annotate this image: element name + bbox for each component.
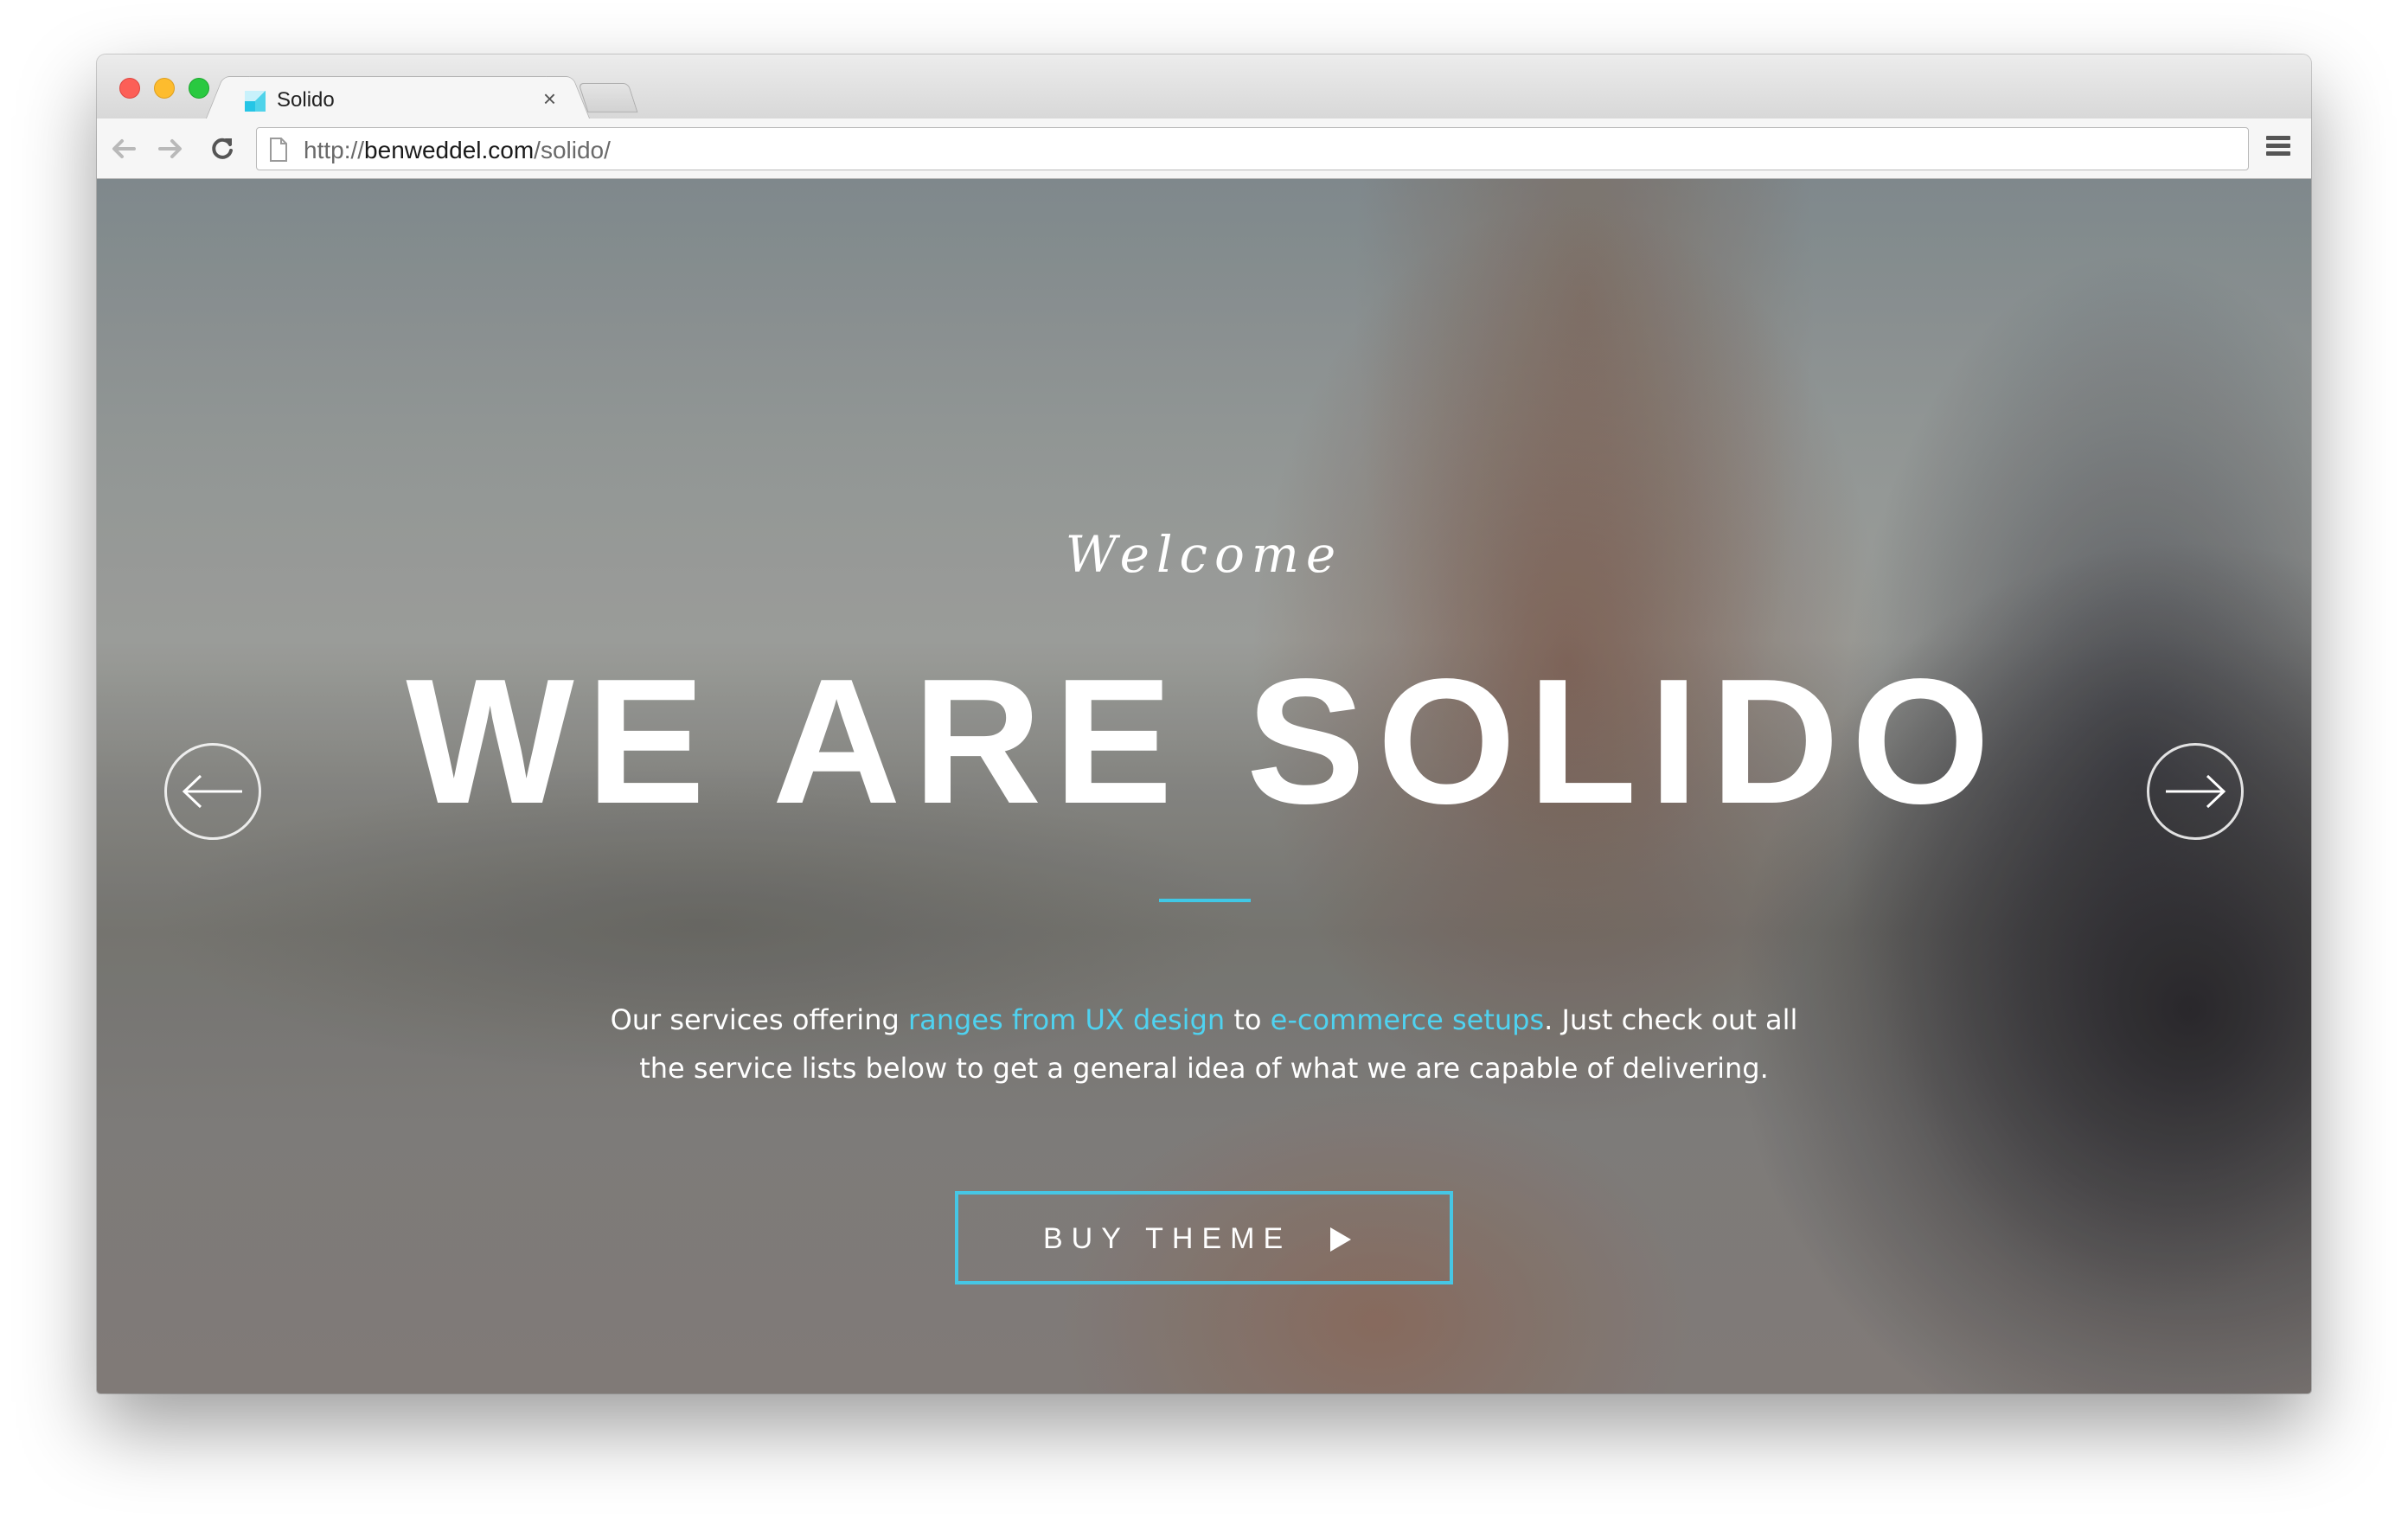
hero-description: Our services offering ranges from UX des… <box>599 996 1809 1092</box>
arrow-right-circle-icon <box>2166 774 2226 809</box>
play-arrow-icon <box>1330 1227 1351 1252</box>
url-text[interactable]: http://benweddel.com/solido/ <box>304 137 611 164</box>
hero-headline: WE ARE SOLIDO <box>406 642 2002 841</box>
desc-text-2: to <box>1225 1003 1271 1036</box>
back-button[interactable] <box>109 134 138 163</box>
reload-button[interactable] <box>208 134 237 163</box>
arrow-left-icon <box>112 139 136 158</box>
browser-toolbar: http://benweddel.com/solido/ <box>97 119 2311 179</box>
hero-section: Welcome WE ARE SOLIDO Our services offer… <box>97 179 2311 1393</box>
slider-prev-button[interactable] <box>164 743 261 840</box>
hamburger-menu-icon[interactable] <box>2263 136 2294 163</box>
zoom-window-button[interactable] <box>189 78 209 99</box>
new-tab-button[interactable] <box>578 83 638 112</box>
tab-solido[interactable]: Solido × <box>228 76 567 121</box>
title-bar: Solido × <box>97 54 2311 121</box>
page-icon <box>270 138 287 162</box>
url-domain: benweddel.com <box>364 137 535 163</box>
minimize-window-button[interactable] <box>154 78 175 99</box>
url-path: /solido/ <box>534 137 611 163</box>
desc-text-1: Our services offering <box>610 1003 908 1036</box>
ecommerce-link[interactable]: e-commerce setups <box>1271 1003 1545 1036</box>
welcome-subtitle: Welcome <box>1065 525 1343 584</box>
slider-next-button[interactable] <box>2147 743 2244 840</box>
arrow-right-icon <box>158 139 182 158</box>
address-bar[interactable]: http://benweddel.com/solido/ <box>256 127 2249 170</box>
accent-divider <box>1159 899 1251 902</box>
arrow-left-circle-icon <box>182 774 242 809</box>
close-window-button[interactable] <box>119 78 140 99</box>
buy-theme-label: BUY THEME <box>1043 1222 1292 1255</box>
ux-design-link[interactable]: ranges from UX design <box>908 1003 1225 1036</box>
browser-window: Solido × http://benweddel.com/solido/ We… <box>97 54 2311 1393</box>
forward-button[interactable] <box>156 134 185 163</box>
url-scheme: http:// <box>304 137 365 163</box>
buy-theme-button[interactable]: BUY THEME <box>955 1191 1453 1284</box>
tab-close-icon[interactable]: × <box>543 86 556 112</box>
window-controls <box>119 78 209 99</box>
reload-icon <box>212 138 233 159</box>
favicon-icon <box>245 91 266 112</box>
tab-title: Solido <box>277 88 335 112</box>
